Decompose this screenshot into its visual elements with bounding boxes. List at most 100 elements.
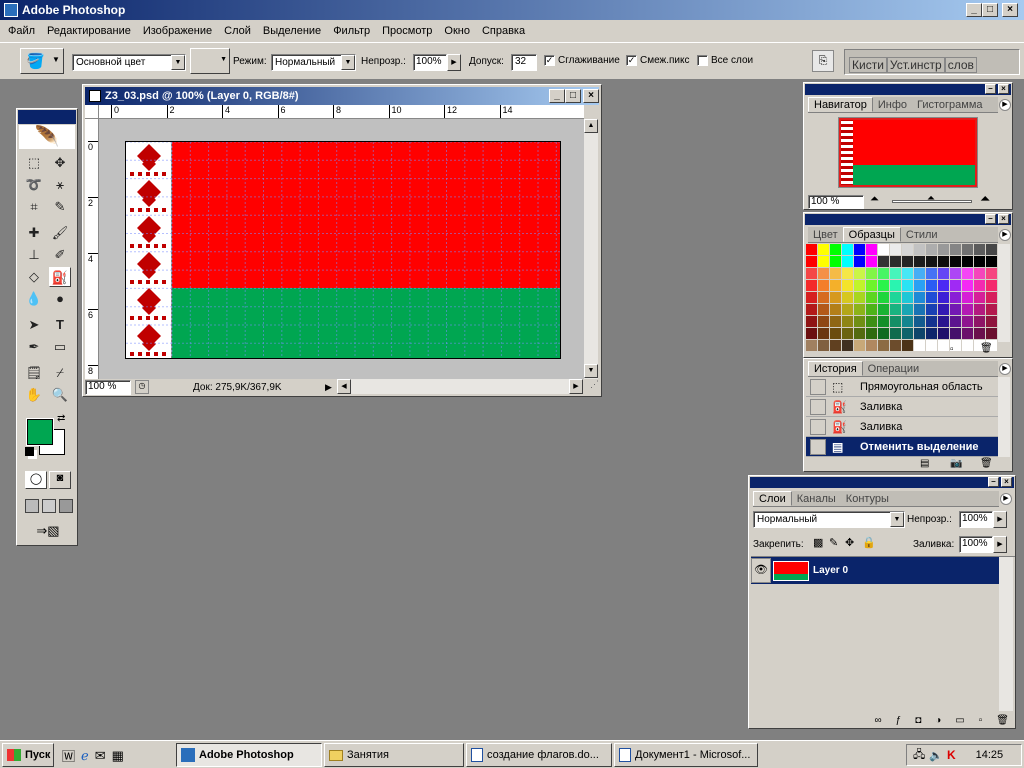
color-swatch[interactable] (938, 304, 950, 316)
color-swatch[interactable] (986, 316, 998, 328)
color-swatch[interactable] (806, 244, 818, 256)
clone-stamp-icon[interactable]: ⊥ (23, 245, 45, 265)
tab-color[interactable]: Цвет (808, 228, 843, 243)
color-swatch[interactable] (806, 268, 818, 280)
navigator-zoom-field[interactable]: 100 % (808, 195, 864, 209)
color-swatch[interactable] (890, 292, 902, 304)
color-swatch[interactable] (866, 292, 878, 304)
horizontal-scrollbar[interactable]: ◀ ▶ (337, 379, 583, 394)
color-swatch[interactable] (974, 328, 986, 340)
standard-mode-button[interactable]: ◯ (25, 471, 47, 489)
canvas-area[interactable] (99, 119, 584, 379)
tab-layers[interactable]: Слои (753, 491, 792, 506)
history-source-checkbox[interactable] (810, 378, 826, 395)
color-swatch[interactable] (914, 280, 926, 292)
color-swatch[interactable] (818, 244, 830, 256)
task-word-document1[interactable]: Документ1 - Microsof... (614, 743, 758, 767)
new-document-from-state-icon[interactable]: ▤ (920, 458, 929, 469)
history-item[interactable]: ⛽ Заливка (806, 417, 998, 437)
outlook-icon[interactable]: ✉ (95, 748, 106, 764)
color-swatch[interactable] (950, 316, 962, 328)
mode-select[interactable]: Нормальный ▼ (271, 54, 356, 71)
tab-channels[interactable]: Каналы (792, 492, 841, 507)
chevron-down-icon[interactable]: ▼ (890, 512, 904, 527)
color-swatch[interactable] (890, 340, 902, 352)
color-swatch[interactable] (890, 316, 902, 328)
color-swatch[interactable] (974, 280, 986, 292)
screen-mode-standard-icon[interactable] (25, 499, 39, 513)
color-swatch[interactable] (890, 328, 902, 340)
zoom-tool-icon[interactable]: 🔍 (49, 385, 71, 405)
color-swatch[interactable] (818, 304, 830, 316)
menu-item[interactable]: Окно (438, 22, 476, 40)
scroll-down-button[interactable]: ▼ (584, 364, 598, 378)
tab-swatches[interactable]: Образцы (842, 227, 901, 242)
color-swatch[interactable] (962, 280, 974, 292)
color-swatch[interactable] (854, 256, 866, 268)
color-swatch[interactable] (854, 328, 866, 340)
color-swatch[interactable] (902, 268, 914, 280)
new-group-icon[interactable]: ▭ (955, 715, 964, 726)
menu-item[interactable]: Просмотр (376, 22, 438, 40)
rectangle-tool-icon[interactable]: ▭ (49, 337, 71, 357)
color-swatch[interactable] (902, 280, 914, 292)
color-swatch[interactable] (842, 256, 854, 268)
opacity-input[interactable]: 100% (413, 54, 447, 71)
color-swatch[interactable] (806, 328, 818, 340)
menu-item[interactable]: Выделение (257, 22, 327, 40)
menu-item[interactable]: Файл (2, 22, 41, 40)
color-swatch[interactable] (938, 292, 950, 304)
fill-source-select[interactable]: Основной цвет ▼ (72, 54, 186, 71)
color-swatch[interactable] (926, 280, 938, 292)
screen-mode-full-menu-icon[interactable] (42, 499, 56, 513)
color-swatch[interactable] (878, 328, 890, 340)
color-swatch[interactable] (902, 316, 914, 328)
color-swatch[interactable] (902, 340, 914, 352)
close-button[interactable]: × (1002, 3, 1018, 17)
color-swatch[interactable] (986, 280, 998, 292)
panel-minimize-button[interactable]: – (988, 477, 999, 487)
color-swatch[interactable] (926, 304, 938, 316)
color-swatch[interactable] (986, 292, 998, 304)
panel-menu-icon[interactable]: ▶ (999, 99, 1011, 111)
adobe-online-feather-icon[interactable]: 🪶 (19, 125, 75, 149)
menu-item[interactable]: Фильтр (327, 22, 376, 40)
zoom-slider-thumb[interactable]: ⏶ (927, 193, 935, 204)
color-swatch[interactable] (818, 316, 830, 328)
color-swatch[interactable] (866, 256, 878, 268)
color-swatch[interactable] (902, 256, 914, 268)
color-swatch[interactable] (986, 244, 998, 256)
panel-minimize-button[interactable]: – (985, 214, 996, 224)
color-swatch[interactable] (950, 328, 962, 340)
color-swatch[interactable] (890, 244, 902, 256)
status-arrow-icon[interactable]: ▶ (325, 382, 332, 393)
menu-item[interactable]: Справка (476, 22, 531, 40)
color-swatch[interactable] (890, 304, 902, 316)
color-swatch[interactable] (926, 292, 938, 304)
color-swatch[interactable] (974, 256, 986, 268)
panel-close-button[interactable]: × (998, 84, 1009, 94)
color-swatch[interactable] (938, 268, 950, 280)
task-word-doc[interactable]: создание флагов.do... (466, 743, 612, 767)
tolerance-input[interactable]: 32 (511, 54, 537, 71)
volume-icon[interactable]: 🔈 (929, 749, 943, 762)
layer-opacity-input[interactable]: 100% (959, 511, 993, 528)
menu-item[interactable]: Изображение (137, 22, 218, 40)
crop-tool-icon[interactable]: ⌗ (23, 197, 45, 217)
color-swatch[interactable] (866, 280, 878, 292)
menu-item[interactable]: Редактирование (41, 22, 137, 40)
color-swatch[interactable] (878, 256, 890, 268)
color-swatch[interactable] (926, 268, 938, 280)
doc-close-button[interactable]: × (583, 89, 599, 103)
color-swatch[interactable] (878, 292, 890, 304)
flag-image[interactable] (125, 141, 561, 359)
lock-transparency-icon[interactable]: ▩ (813, 536, 823, 549)
color-swatch[interactable] (830, 292, 842, 304)
hand-tool-icon[interactable]: ✋ (23, 385, 45, 405)
color-swatch[interactable] (806, 340, 818, 352)
brush-tool-icon[interactable]: 🖌 (49, 223, 71, 243)
color-swatch[interactable] (914, 304, 926, 316)
tab-info[interactable]: Инфо (873, 98, 912, 113)
color-swatch[interactable] (818, 328, 830, 340)
history-item[interactable]: ⛽ Заливка (806, 397, 998, 417)
